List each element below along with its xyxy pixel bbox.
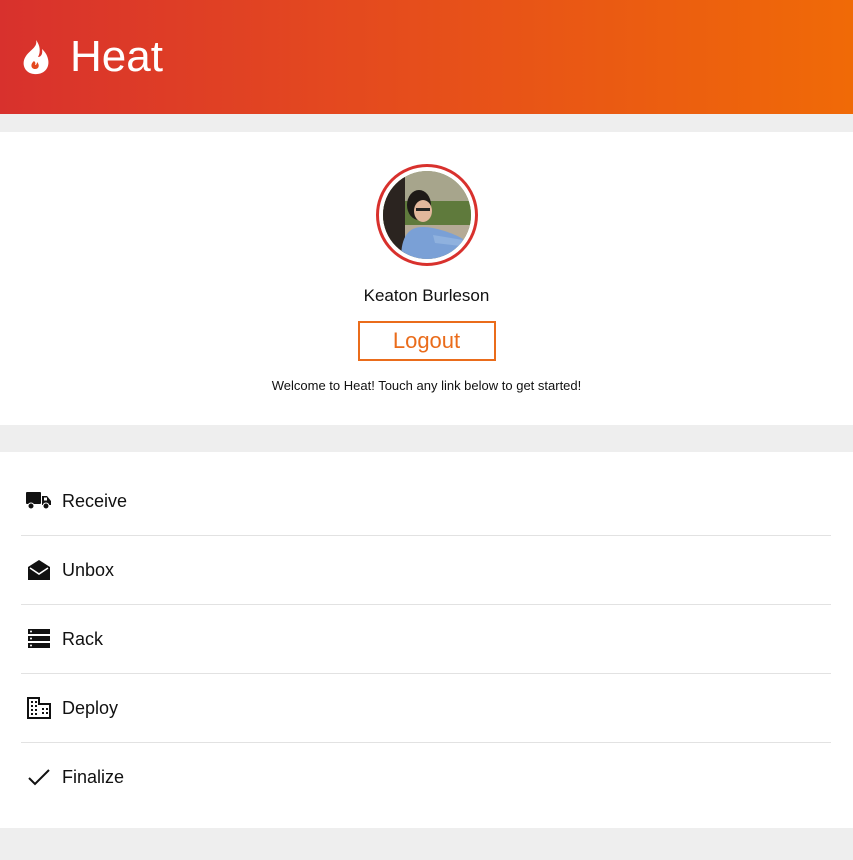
app-title: Heat — [70, 32, 163, 81]
menu-item-deploy[interactable]: Deploy — [21, 674, 831, 743]
menu-item-rack[interactable]: Rack — [21, 605, 831, 674]
menu-item-label: Rack — [62, 628, 104, 649]
logout-button[interactable]: Logout — [357, 321, 496, 361]
menu-item-label: Receive — [62, 490, 128, 511]
avatar — [375, 164, 478, 266]
welcome-message: Welcome to Heat! Touch any link below to… — [271, 378, 582, 393]
flame-icon — [18, 38, 52, 76]
menu-item-receive[interactable]: Receive — [21, 467, 831, 536]
avatar-photo — [382, 171, 471, 259]
menu-item-label: Unbox — [62, 559, 115, 580]
menu-item-label: Finalize — [62, 766, 125, 787]
app-header: Heat — [0, 0, 853, 114]
user-name: Keaton Burleson — [363, 286, 490, 305]
building-icon — [26, 695, 52, 721]
navigation-menu: Receive Unbox Rack Deploy Finalize — [0, 452, 853, 828]
open-envelope-icon — [26, 557, 52, 583]
menu-item-label: Deploy — [62, 697, 119, 718]
truck-icon — [26, 488, 52, 514]
server-rack-icon — [26, 626, 52, 652]
checkmark-icon — [26, 764, 52, 790]
profile-card: Keaton Burleson Logout Welcome to Heat! … — [0, 132, 853, 425]
menu-item-finalize[interactable]: Finalize — [21, 743, 831, 811]
menu-item-unbox[interactable]: Unbox — [21, 536, 831, 605]
